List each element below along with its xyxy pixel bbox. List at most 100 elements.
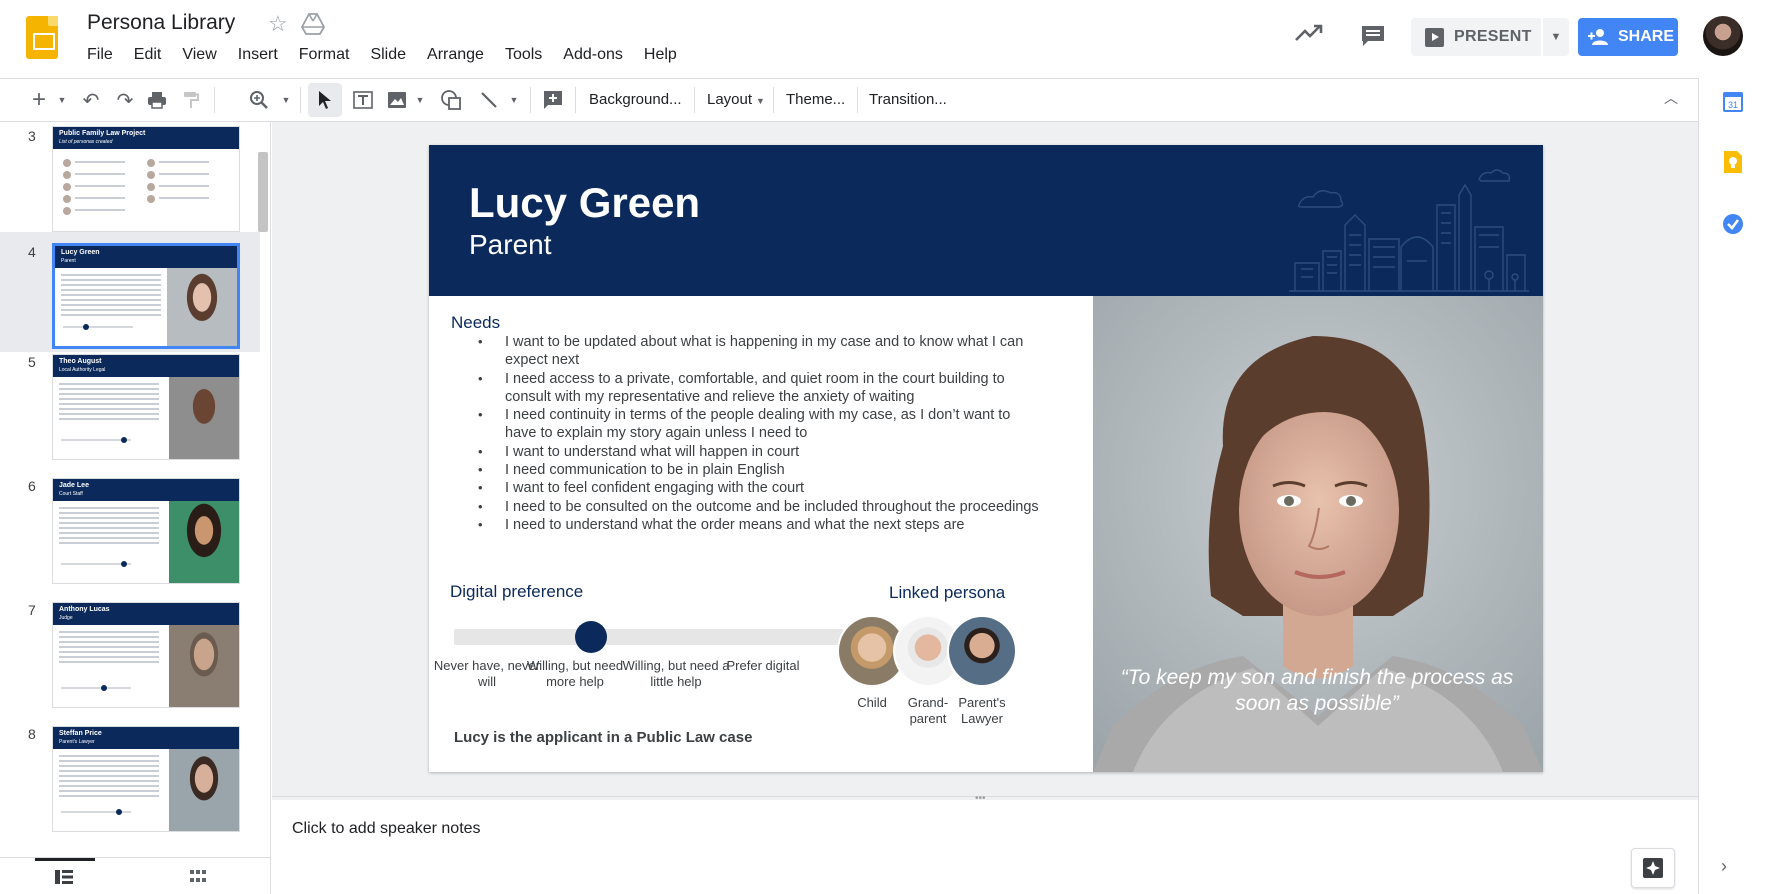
thumbnail-photo (169, 749, 239, 831)
thumbnail-title: Jade Lee (59, 482, 89, 489)
thumbnail-subtitle: Parent's Lawyer (59, 739, 95, 745)
menu-view[interactable]: View (182, 46, 225, 64)
menu-tools[interactable]: Tools (505, 46, 551, 64)
side-panel: 31 › (1698, 78, 1768, 894)
filmstrip-slide-6[interactable]: 6 Jade Lee Court Staff (0, 478, 260, 588)
tasks-icon[interactable] (1721, 212, 1745, 236)
slide-filmstrip[interactable]: 3 Public Family Law Project List of pers… (0, 122, 271, 857)
svg-text:31: 31 (1728, 100, 1738, 110)
account-avatar[interactable] (1703, 16, 1743, 56)
speaker-notes[interactable]: Click to add speaker notes (272, 800, 1698, 894)
applicant-note[interactable]: Lucy is the applicant in a Public Law ca… (454, 729, 752, 746)
image-chevron-down-icon[interactable]: ▼ (412, 79, 428, 121)
menu-slide[interactable]: Slide (370, 46, 415, 64)
grid-view-icon[interactable] (190, 870, 206, 884)
slide-thumbnail[interactable]: Theo August Local Authority Legal (52, 354, 240, 460)
slide-thumbnail[interactable]: Lucy Green Parent (52, 243, 240, 349)
menu-format[interactable]: Format (299, 46, 359, 64)
print-icon[interactable] (144, 79, 170, 121)
menu-insert[interactable]: Insert (238, 46, 287, 64)
theme-button[interactable]: Theme... (786, 79, 845, 121)
slide-thumbnail[interactable]: Jade Lee Court Staff (52, 478, 240, 584)
slide-canvas[interactable]: Lucy Green Parent “To keep my son and fi… (429, 145, 1543, 772)
thumbnail-subtitle: List of personas created (59, 139, 113, 145)
persona-list-preview (63, 159, 209, 215)
redo-icon[interactable]: ↷ (112, 79, 138, 121)
document-title[interactable]: Persona Library (87, 11, 235, 35)
slide-number: 5 (28, 354, 36, 370)
linked-persona-label: Parent's Lawyer (958, 695, 1006, 726)
keep-icon[interactable] (1721, 150, 1745, 174)
line-icon[interactable] (476, 79, 502, 121)
activity-dashboard-icon[interactable] (1294, 22, 1324, 44)
star-icon[interactable]: ☆ (268, 11, 288, 37)
present-button[interactable]: PRESENT (1411, 18, 1541, 56)
digital-preference-marker[interactable] (574, 621, 607, 653)
comments-icon[interactable] (1360, 24, 1386, 48)
list-item: I want to be updated about what is happe… (478, 333, 1039, 370)
filmstrip-view-tabs (0, 857, 271, 894)
filmstrip-slide-4[interactable]: 4 Lucy Green Parent (0, 232, 260, 352)
present-options-chevron-down-icon[interactable]: ▼ (1543, 18, 1569, 56)
present-label: PRESENT (1454, 28, 1532, 45)
list-item: I need continuity in terms of the people… (478, 406, 1039, 443)
persona-name[interactable]: Lucy Green (469, 179, 700, 227)
thumbnail-subtitle: Judge (59, 615, 73, 621)
menu-arrange[interactable]: Arrange (427, 46, 493, 64)
new-slide-plus-icon[interactable]: + (26, 79, 52, 121)
linked-persona-photo[interactable] (947, 615, 1017, 687)
toolbar-divider (694, 87, 695, 113)
persona-role[interactable]: Parent (469, 229, 552, 261)
digital-preference-heading[interactable]: Digital preference (450, 582, 583, 602)
thumbnail-photo (169, 377, 239, 459)
show-side-panel-chevron-right-icon[interactable]: › (1721, 856, 1727, 877)
list-item: I need access to a private, comfortable,… (478, 370, 1039, 407)
slide-thumbnail[interactable]: Public Family Law Project List of person… (52, 126, 240, 232)
thumbnail-title: Lucy Green (61, 249, 100, 256)
insert-image-icon[interactable] (384, 79, 410, 121)
thumbnail-title: Public Family Law Project (59, 130, 146, 137)
shape-icon[interactable] (438, 79, 464, 121)
toolbar-divider (530, 87, 531, 113)
layout-chevron-down-icon: ▼ (756, 96, 765, 106)
calendar-icon[interactable]: 31 (1721, 90, 1745, 114)
zoom-chevron-down-icon[interactable]: ▼ (278, 79, 294, 121)
move-to-drive-icon[interactable] (301, 13, 325, 35)
background-button[interactable]: Background... (589, 79, 682, 121)
filmstrip-slide-8[interactable]: 8 Steffan Price Parent's Lawyer (0, 726, 260, 836)
menu-file[interactable]: File (87, 46, 122, 64)
list-item: I need communication to be in plain Engl… (478, 461, 1039, 480)
undo-icon[interactable]: ↶ (78, 79, 104, 121)
zoom-icon[interactable] (246, 79, 272, 121)
menu-add-ons[interactable]: Add-ons (563, 46, 632, 64)
add-comment-icon[interactable] (540, 79, 566, 121)
menu-edit[interactable]: Edit (134, 46, 171, 64)
speaker-notes-placeholder[interactable]: Click to add speaker notes (292, 820, 481, 838)
text-box-icon[interactable] (350, 79, 376, 121)
layout-button[interactable]: Layout ▼ (707, 79, 765, 121)
share-button[interactable]: SHARE (1578, 18, 1678, 56)
slide-thumbnail[interactable]: Steffan Price Parent's Lawyer (52, 726, 240, 832)
slide-thumbnail[interactable]: Anthony Lucas Judge (52, 602, 240, 708)
filmstrip-slide-7[interactable]: 7 Anthony Lucas Judge (0, 602, 260, 712)
new-slide-layout-chevron-down-icon[interactable]: ▼ (54, 79, 70, 121)
needs-list[interactable]: I want to be updated about what is happe… (478, 333, 1039, 535)
linked-persona-heading[interactable]: Linked persona (889, 583, 1005, 603)
slide-number: 7 (28, 602, 36, 618)
filmstrip-slide-5[interactable]: 5 Theo August Local Authority Legal (0, 354, 260, 464)
digital-preference-scale[interactable] (454, 621, 844, 653)
filmstrip-slide-3[interactable]: 3 Public Family Law Project List of pers… (0, 122, 260, 232)
slides-logo-icon[interactable] (26, 16, 58, 59)
transition-button[interactable]: Transition... (869, 79, 947, 121)
filmstrip-view-icon[interactable] (55, 870, 73, 884)
menu-help[interactable]: Help (644, 46, 686, 64)
needs-heading[interactable]: Needs (451, 313, 500, 333)
active-tab-indicator (35, 858, 95, 861)
collapse-menus-chevron-up-icon[interactable]: ︿ (1664, 88, 1678, 108)
app-header: Persona Library ☆ File Edit View Insert … (0, 0, 1768, 78)
persona-quote[interactable]: “To keep my son and finish the process a… (1112, 665, 1522, 717)
line-chevron-down-icon[interactable]: ▼ (506, 79, 522, 121)
select-cursor-icon[interactable] (308, 83, 342, 117)
paint-format-icon[interactable] (178, 79, 204, 121)
explore-button[interactable] (1631, 848, 1675, 888)
